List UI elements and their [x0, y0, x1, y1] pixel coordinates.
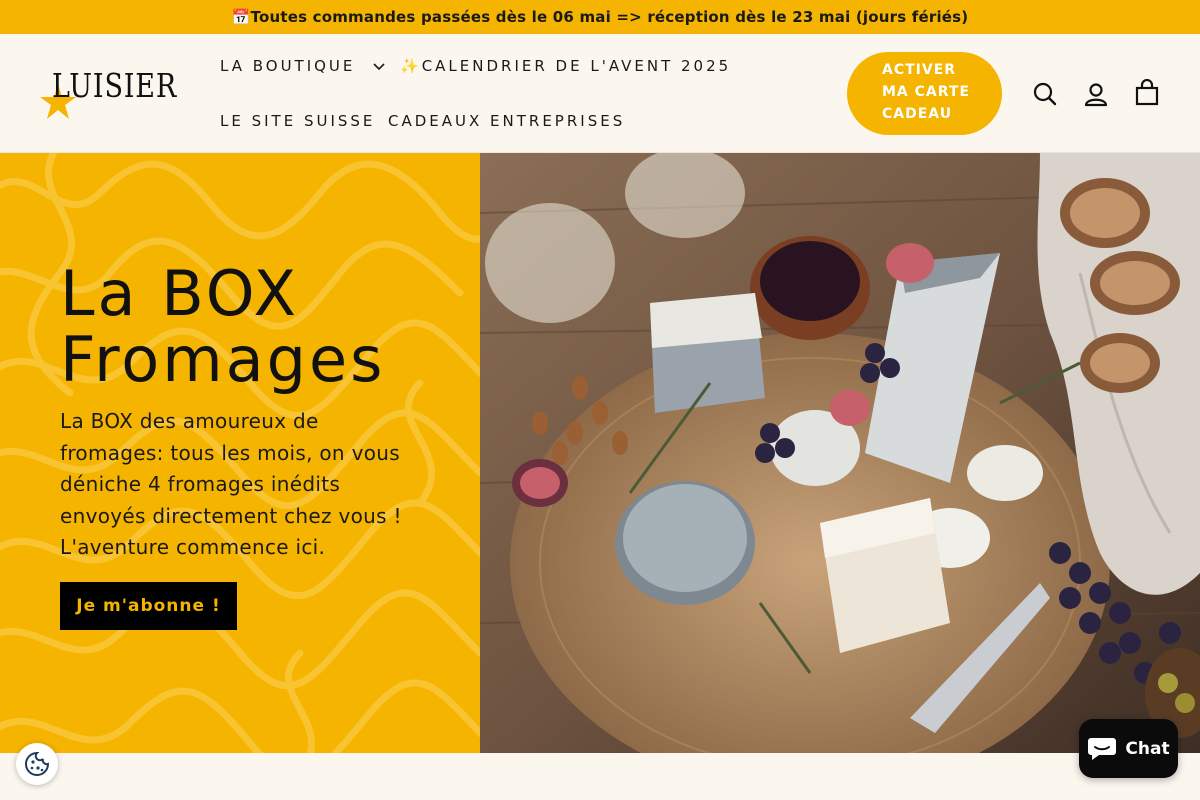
cta-line-3: CADEAU [882, 106, 953, 122]
nav-site-suisse[interactable]: LE SITE SUISSE [220, 112, 375, 130]
hero-text-panel: La BOX Fromages La BOX des amoureux de f… [0, 153, 480, 753]
site-header: LUISIER LA BOUTIQUE ✨CALENDRIER DE L'AVE… [0, 34, 1200, 153]
cookie-icon[interactable] [16, 743, 58, 785]
search-icon[interactable] [1031, 80, 1059, 108]
subscribe-button[interactable]: Je m'abonne ! [60, 582, 237, 630]
chat-bubble-icon [1088, 737, 1117, 760]
nav-la-boutique-label: LA BOUTIQUE [220, 57, 356, 75]
nav-la-boutique[interactable]: LA BOUTIQUE [220, 57, 385, 75]
announcement-text: Toutes commandes passées dès le 06 mai =… [250, 8, 969, 26]
logo[interactable]: LUISIER [38, 64, 178, 124]
nav-cadeaux-entreprises[interactable]: CADEAUX ENTREPRISES [388, 112, 625, 130]
hero-title-line-2: Fromages [60, 323, 386, 396]
chat-label: Chat [1125, 738, 1170, 759]
page-bottom-section [0, 753, 1200, 800]
hero-description: La BOX des amoureux de fromages: tous le… [60, 409, 402, 559]
calendar-icon: 📅 [231, 8, 251, 26]
cta-line-2: MA CARTE [882, 84, 971, 100]
cheese-platter-image [480, 153, 1200, 753]
chat-button[interactable]: Chat [1079, 719, 1178, 778]
logo-text: LUISIER [52, 66, 178, 105]
chevron-down-icon [373, 62, 385, 70]
account-icon[interactable] [1082, 80, 1110, 108]
nav-calendrier-avent[interactable]: ✨CALENDRIER DE L'AVENT 2025 [400, 57, 731, 75]
cta-line-1: ACTIVER [882, 62, 957, 78]
nav-calendrier-avent-label: CALENDRIER DE L'AVENT 2025 [421, 57, 732, 75]
sparkles-icon: ✨ [400, 57, 422, 75]
hero-title-line-1: La BOX [60, 257, 299, 330]
hero-title: La BOX Fromages [60, 261, 460, 393]
activate-gift-card-button[interactable]: ACTIVER MA CARTE CADEAU [847, 52, 1002, 135]
cart-icon[interactable] [1133, 78, 1161, 107]
announcement-bar: 📅 Toutes commandes passées dès le 06 mai… [0, 0, 1200, 34]
